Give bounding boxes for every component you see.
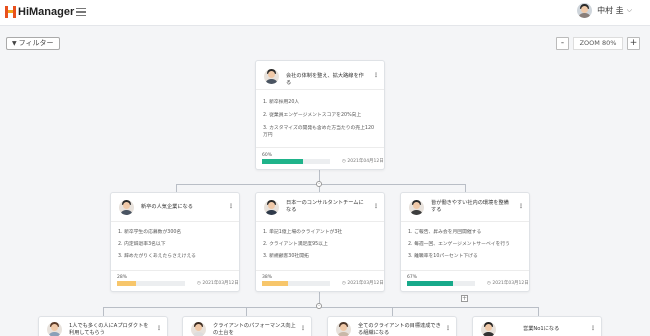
due-date-text: 2021年03月12日 [492,281,529,286]
avatar [481,322,496,336]
more-menu-icon[interactable]: ⋮ [373,203,379,210]
avatar [191,322,206,336]
clock-icon: ◷ [342,281,346,286]
progress-percent: 28% [117,275,128,280]
avatar [336,322,351,336]
key-result: 2. クライアント満足度95以上 [263,242,328,247]
more-menu-icon[interactable]: ⋮ [373,72,379,79]
connector-line [465,184,466,192]
key-result: 1. 新卒採用20人 [263,100,300,105]
objective-card[interactable]: 皆が働きやすい社内の環境を整備する ⋮ 1. ご報告、昇み会を月回開催する 2.… [400,192,530,292]
progress-fill [262,159,303,164]
collapse-toggle[interactable]: - [316,303,322,309]
chevron-down-icon: ⌵ [626,6,632,14]
objective-card[interactable]: 営業No1になる ⋮ [472,316,602,336]
zoom-level: ZOOM 80% [573,37,623,50]
due-date: ◷ 2021年03月12日 [197,280,239,286]
progress-percent: 38% [262,275,273,280]
more-menu-icon[interactable]: ⋮ [300,325,306,332]
due-date: ◷ 2021年04月12日 [342,158,384,164]
key-result: 1. 新卒学生の応募数が300名 [118,230,182,235]
objective-title: 新卒の人気企業になる [141,204,193,210]
progress-percent: 60% [262,153,273,158]
key-result: 1. ご報告、昇み会を月回開催する [408,230,482,235]
more-menu-icon[interactable]: ⋮ [445,325,451,332]
objective-card-root[interactable]: 会社の体制を整え、拡大路線を作る ⋮ 1. 新卒採用20人 2. 従業員エンゲー… [255,60,385,170]
clock-icon: ◷ [197,281,201,286]
objective-title: 日本一のコンサルタントチームになる [286,200,364,213]
objective-card[interactable]: クライアントのパフォーマンス向上の土台を ⋮ [182,316,312,336]
objective-card[interactable]: 日本一のコンサルタントチームになる ⋮ 1. 単記1億上場のクライアントが3社 … [255,192,385,292]
key-result: 2. 毎週一回、エンゲージメントサーベイを行う [408,242,510,247]
progress-fill [407,281,453,286]
progress-fill [262,281,288,286]
zoom-control: - ZOOM 80% + [556,37,640,50]
filter-icon: ▼ [12,40,17,47]
connector-line [176,184,177,192]
objective-card[interactable]: 新卒の人気企業になる ⋮ 1. 新卒学生の応募数が300名 2. 内定辞退率3名… [110,192,240,292]
due-date-text: 2021年04月12日 [347,159,384,164]
objective-title: 会社の体制を整え、拡大路線を作る [286,73,364,86]
expand-toggle[interactable]: + [461,295,468,302]
objective-title: 営業No1になる [523,326,560,332]
key-result: 3. 離職率を10パーセント下げる [408,254,478,259]
avatar [119,200,134,215]
more-menu-icon[interactable]: ⋮ [590,325,596,332]
filter-button[interactable]: ▼ フィルター [6,37,60,50]
avatar [264,200,279,215]
key-result: 3. 辞めたがりくあえたらさえけえる [118,254,196,259]
clock-icon: ◷ [342,159,346,164]
avatar [409,200,424,215]
due-date: ◷ 2021年03月12日 [342,280,384,286]
key-result: 1. 単記1億上場のクライアントが3社 [263,230,343,235]
logo-icon [5,6,16,18]
key-result: 3. 新規顧客30社開拓 [263,254,309,259]
objective-title: クライアントのパフォーマンス向上の土台を [213,323,296,336]
avatar [577,3,593,18]
more-menu-icon[interactable]: ⋮ [228,203,234,210]
progress-fill [117,281,137,286]
due-date: ◷ 2021年03月12日 [487,280,529,286]
app-logo[interactable]: HiManager [5,6,74,18]
user-menu[interactable]: 中村 圭 ⌵ [577,3,632,18]
zoom-in-button[interactable]: + [627,37,640,50]
more-menu-icon[interactable]: ⋮ [518,203,524,210]
more-menu-icon[interactable]: ⋮ [156,325,162,332]
app-name: HiManager [18,6,75,18]
key-result: 2. 内定辞退率3名以下 [118,242,166,247]
progress-percent: 67% [407,275,418,280]
filter-label: フィルター [18,39,54,47]
app-header: HiManager 中村 圭 ⌵ [0,0,650,26]
objective-card[interactable]: 1人でも多くの人にAプロダクトを利用してもらう ⋮ [38,316,168,336]
progress-bar [117,281,185,286]
user-name: 中村 圭 [597,6,624,15]
progress-bar [262,159,330,164]
progress-bar [262,281,330,286]
key-result: 2. 従業員エンゲージメントスコアを20%向上 [263,113,362,118]
due-date-text: 2021年03月12日 [347,281,384,286]
collapse-toggle[interactable]: - [316,181,322,187]
clock-icon: ◷ [487,281,491,286]
progress-bar [407,281,475,286]
key-result: 3. カスタマイズの開発も含めた方当たりの売上120万円 [263,126,375,138]
objective-title: 1人でも多くの人にAプロダクトを利用してもらう [69,323,149,336]
objective-title: 全てのクライアントの目標達成できる組織になる [358,323,441,336]
avatar [264,69,279,84]
avatar [47,322,62,336]
objective-title: 皆が働きやすい社内の環境を整備する [431,200,509,213]
hamburger-menu-icon[interactable] [76,8,86,16]
zoom-out-button[interactable]: - [556,37,569,50]
due-date-text: 2021年03月12日 [202,281,239,286]
objective-card[interactable]: 全てのクライアントの目標達成できる組織になる ⋮ [327,316,457,336]
